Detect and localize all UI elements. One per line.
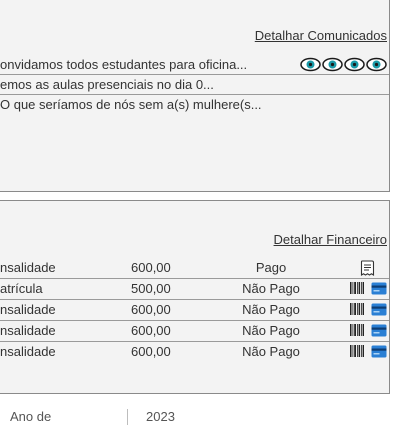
row-actions bbox=[349, 302, 387, 316]
ano-label: Ano de bbox=[10, 409, 52, 424]
comunicado-text: O que seríamos de nós sem a(s) mulhere(s… bbox=[0, 97, 262, 112]
row-status: Não Pago bbox=[242, 323, 300, 338]
credit-card-icon[interactable] bbox=[371, 345, 387, 358]
row-actions bbox=[349, 323, 387, 337]
receipt-icon[interactable] bbox=[360, 260, 375, 277]
credit-card-icon[interactable] bbox=[371, 303, 387, 316]
row-description: nsalidade bbox=[0, 260, 56, 275]
row-actions bbox=[349, 344, 387, 358]
barcode-icon[interactable] bbox=[349, 344, 365, 358]
row-value: 600,00 bbox=[131, 302, 171, 317]
ano-letivo-row: Ano de 2023 bbox=[0, 405, 390, 425]
table-row: nsalidade 600,00 Não Pago bbox=[0, 300, 389, 321]
row-actions bbox=[349, 281, 387, 295]
barcode-icon[interactable] bbox=[349, 281, 365, 295]
views-indicator bbox=[300, 57, 387, 72]
comunicado-text: emos as aulas presenciais no dia 0... bbox=[0, 77, 214, 92]
detalhar-comunicados-link[interactable]: Detalhar Comunicados bbox=[255, 28, 387, 43]
credit-card-icon[interactable] bbox=[371, 324, 387, 337]
eye-icon bbox=[322, 57, 343, 72]
eye-icon bbox=[344, 57, 365, 72]
row-value: 600,00 bbox=[131, 260, 171, 275]
barcode-icon[interactable] bbox=[349, 323, 365, 337]
barcode-icon[interactable] bbox=[349, 302, 365, 316]
row-description: nsalidade bbox=[0, 302, 56, 317]
row-actions bbox=[360, 260, 387, 277]
comunicados-panel: Detalhar Comunicados onvidamos todos est… bbox=[0, 0, 390, 192]
row-status: Não Pago bbox=[242, 302, 300, 317]
comunicado-item[interactable]: emos as aulas presenciais no dia 0... bbox=[0, 75, 389, 95]
financeiro-table: nsalidade 600,00 Pago atrícula 500,00 Nã… bbox=[0, 258, 389, 363]
row-status: Não Pago bbox=[242, 344, 300, 359]
table-row: nsalidade 600,00 Não Pago bbox=[0, 342, 389, 363]
row-value: 500,00 bbox=[131, 281, 171, 296]
row-description: atrícula bbox=[0, 281, 43, 296]
row-status: Não Pago bbox=[242, 281, 300, 296]
credit-card-icon[interactable] bbox=[371, 282, 387, 295]
eye-icon bbox=[300, 57, 321, 72]
table-row: atrícula 500,00 Não Pago bbox=[0, 279, 389, 300]
row-description: nsalidade bbox=[0, 344, 56, 359]
eye-icon bbox=[366, 57, 387, 72]
comunicados-list: onvidamos todos estudantes para oficina.… bbox=[0, 55, 389, 115]
row-value: 600,00 bbox=[131, 344, 171, 359]
comunicado-text: onvidamos todos estudantes para oficina.… bbox=[0, 57, 248, 72]
comunicado-item[interactable]: O que seríamos de nós sem a(s) mulhere(s… bbox=[0, 95, 389, 115]
comunicado-item[interactable]: onvidamos todos estudantes para oficina.… bbox=[0, 55, 389, 75]
column-divider bbox=[127, 409, 128, 425]
row-value: 600,00 bbox=[131, 323, 171, 338]
financeiro-panel: Detalhar Financeiro nsalidade 600,00 Pag… bbox=[0, 200, 390, 394]
detalhar-financeiro-link[interactable]: Detalhar Financeiro bbox=[274, 232, 387, 247]
row-status: Pago bbox=[255, 260, 287, 275]
table-row: nsalidade 600,00 Pago bbox=[0, 258, 389, 279]
table-row: nsalidade 600,00 Não Pago bbox=[0, 321, 389, 342]
row-description: nsalidade bbox=[0, 323, 56, 338]
ano-value: 2023 bbox=[146, 409, 175, 424]
